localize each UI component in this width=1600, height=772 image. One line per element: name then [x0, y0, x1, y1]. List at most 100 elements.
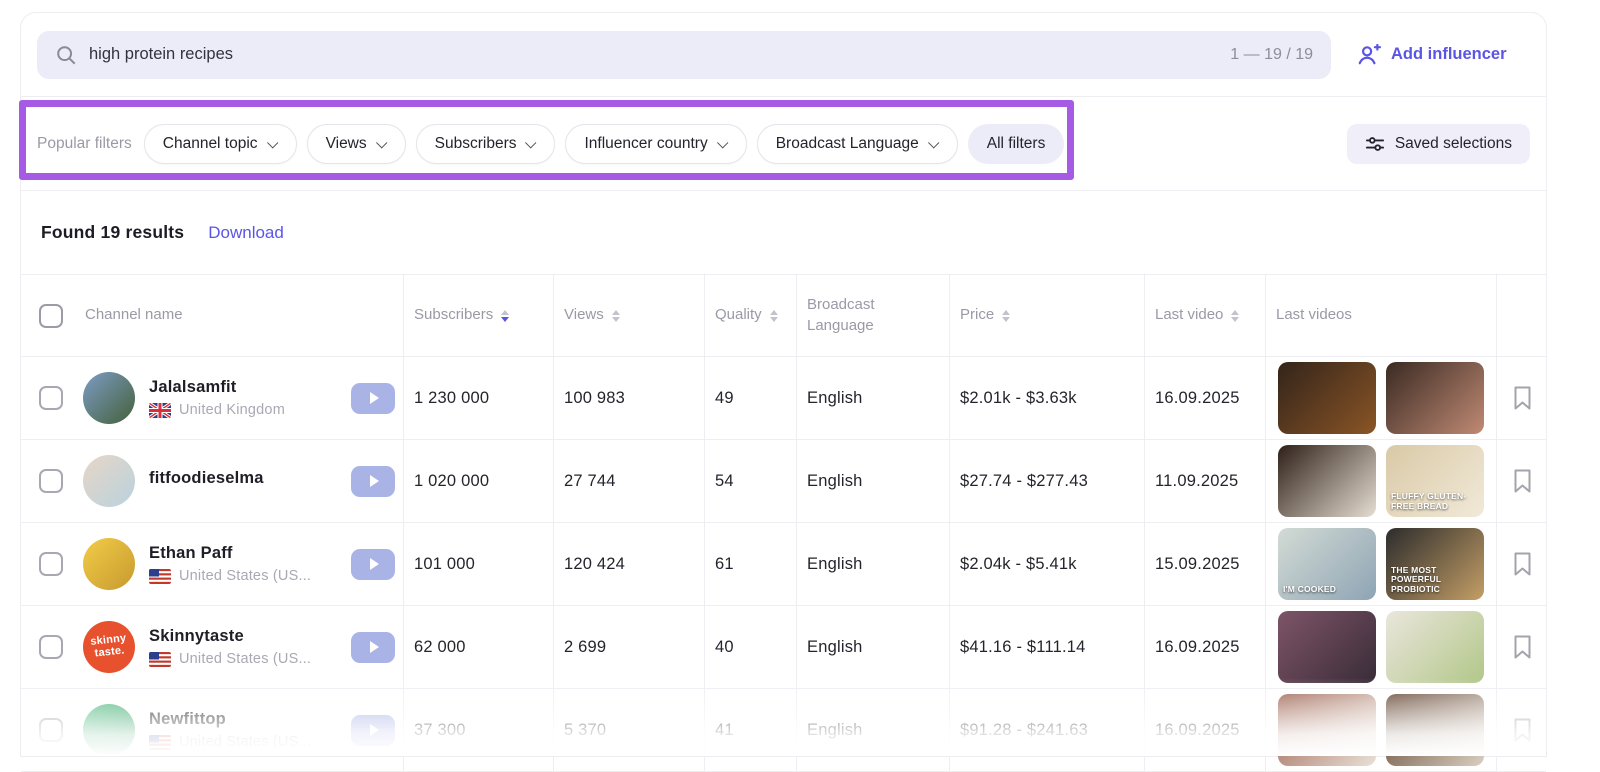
country-row: United States (US...	[149, 651, 337, 667]
search-input[interactable]	[89, 45, 1218, 64]
country-row: United States (US...	[149, 568, 337, 584]
thumb-caption: The Most Powerful Probiotic	[1391, 566, 1480, 595]
filter-label: Subscribers	[435, 135, 517, 153]
row-checkbox-cell	[21, 440, 81, 522]
price-cell: $2.01k - $3.63k	[949, 357, 1144, 439]
header-quality[interactable]: Quality	[704, 275, 796, 356]
bookmark-icon[interactable]	[1513, 386, 1532, 410]
video-thumb[interactable]	[1278, 694, 1376, 766]
sort-icon-last-video[interactable]	[1231, 310, 1239, 322]
filter-views[interactable]: Views	[307, 124, 406, 164]
select-all-checkbox[interactable]	[39, 304, 63, 328]
channel-name[interactable]: Jalalsamfit	[149, 378, 337, 397]
sort-icon-price[interactable]	[1002, 310, 1010, 322]
results-bar: Found 19 results Download	[21, 191, 1546, 274]
country-row: United States (US...	[149, 734, 337, 750]
filter-subscribers[interactable]: Subscribers	[416, 124, 556, 164]
video-thumb[interactable]: The Most Powerful Probiotic	[1386, 528, 1484, 600]
video-thumb[interactable]: Fluffy gluten-free bread	[1386, 445, 1484, 517]
subscribers-cell: 101 000	[403, 523, 553, 605]
channel-info: Ethan Paff United States (US...	[149, 544, 337, 584]
quality-cell: 41	[704, 689, 796, 771]
subscribers-cell: 1 020 000	[403, 440, 553, 522]
channel-cell[interactable]: fitfoodieselma	[81, 440, 403, 522]
row-checkbox[interactable]	[39, 635, 63, 659]
sort-icon-quality[interactable]	[770, 310, 778, 322]
row-checkbox[interactable]	[39, 552, 63, 576]
download-link[interactable]: Download	[208, 223, 284, 243]
results-card: 1 — 19 / 19 Add influencer Popular filte…	[20, 12, 1547, 757]
video-thumb[interactable]	[1278, 362, 1376, 434]
row-checkbox-cell	[21, 606, 81, 688]
avatar	[83, 372, 135, 424]
add-influencer-button[interactable]: Add influencer	[1355, 44, 1507, 66]
filter-broadcast-language[interactable]: Broadcast Language	[757, 124, 958, 164]
header-price[interactable]: Price	[949, 275, 1144, 356]
table-row: skinny taste. Skinnytaste United States …	[21, 606, 1546, 689]
youtube-play-button[interactable]	[351, 466, 395, 497]
video-thumb[interactable]	[1278, 611, 1376, 683]
youtube-play-button[interactable]	[351, 383, 395, 414]
channel-info: fitfoodieselma	[149, 469, 337, 493]
channel-cell[interactable]: Newfittop United States (US...	[81, 689, 403, 771]
sliders-icon	[1365, 135, 1385, 153]
header-subscribers[interactable]: Subscribers	[403, 275, 553, 356]
video-thumb[interactable]	[1386, 694, 1484, 766]
filter-channel-topic[interactable]: Channel topic	[144, 124, 297, 164]
channel-cell[interactable]: Jalalsamfit United Kingdom	[81, 357, 403, 439]
channel-cell[interactable]: Ethan Paff United States (US...	[81, 523, 403, 605]
search-box[interactable]: 1 — 19 / 19	[37, 31, 1331, 79]
video-thumb[interactable]	[1386, 611, 1484, 683]
bookmark-cell	[1496, 440, 1548, 522]
filter-label: Broadcast Language	[776, 135, 919, 153]
subscribers-cell: 1 230 000	[403, 357, 553, 439]
table-row: Ethan Paff United States (US... 10	[21, 523, 1546, 606]
youtube-play-button[interactable]	[351, 549, 395, 580]
saved-selections-button[interactable]: Saved selections	[1347, 124, 1530, 164]
channel-cell[interactable]: skinny taste. Skinnytaste United States …	[81, 606, 403, 688]
row-checkbox[interactable]	[39, 469, 63, 493]
header-channel-name[interactable]: Channel name	[81, 275, 403, 356]
youtube-play-button[interactable]	[351, 632, 395, 663]
video-thumb[interactable]	[1278, 445, 1376, 517]
all-filters-button[interactable]: All filters	[968, 124, 1065, 164]
youtube-play-button[interactable]	[351, 715, 395, 746]
video-thumb[interactable]	[1386, 362, 1484, 434]
quality-cell: 40	[704, 606, 796, 688]
us-flag-icon	[149, 652, 171, 667]
last-videos-cell: I'm cooked The Most Powerful Probiotic	[1265, 523, 1496, 605]
table-body: Jalalsamfit United Kingdom 1 230 000 100…	[21, 357, 1546, 772]
header-label: Broadcast Language	[807, 295, 904, 336]
table-row: Newfittop United States (US... 37	[21, 689, 1546, 772]
header-views[interactable]: Views	[553, 275, 704, 356]
channel-name[interactable]: Newfittop	[149, 710, 337, 729]
filter-influencer-country[interactable]: Influencer country	[565, 124, 746, 164]
bookmark-icon[interactable]	[1513, 469, 1532, 493]
bookmark-icon[interactable]	[1513, 635, 1532, 659]
bookmark-icon[interactable]	[1513, 718, 1532, 742]
channel-name[interactable]: Ethan Paff	[149, 544, 337, 563]
chevron-down-icon	[268, 141, 278, 147]
popular-filters-label: Popular filters	[37, 135, 132, 153]
bookmark-icon[interactable]	[1513, 552, 1532, 576]
channel-info: Jalalsamfit United Kingdom	[149, 378, 337, 418]
row-checkbox[interactable]	[39, 386, 63, 410]
video-thumb[interactable]: I'm cooked	[1278, 528, 1376, 600]
header-label: Last video	[1155, 305, 1223, 325]
channel-name[interactable]: fitfoodieselma	[149, 469, 337, 488]
header-last-video[interactable]: Last video	[1144, 275, 1265, 356]
avatar-label: skinny taste.	[83, 633, 135, 661]
avatar	[83, 704, 135, 756]
row-checkbox[interactable]	[39, 718, 63, 742]
subscribers-cell: 62 000	[403, 606, 553, 688]
sort-icon-subscribers[interactable]	[501, 310, 509, 322]
all-filters-label: All filters	[987, 135, 1046, 153]
views-cell: 100 983	[553, 357, 704, 439]
views-cell: 27 744	[553, 440, 704, 522]
sort-icon-views[interactable]	[612, 310, 620, 322]
uk-flag-icon	[149, 403, 171, 418]
avatar	[83, 455, 135, 507]
channel-name[interactable]: Skinnytaste	[149, 627, 337, 646]
add-influencer-label: Add influencer	[1391, 45, 1507, 64]
last-video-cell: 15.09.2025	[1144, 523, 1265, 605]
